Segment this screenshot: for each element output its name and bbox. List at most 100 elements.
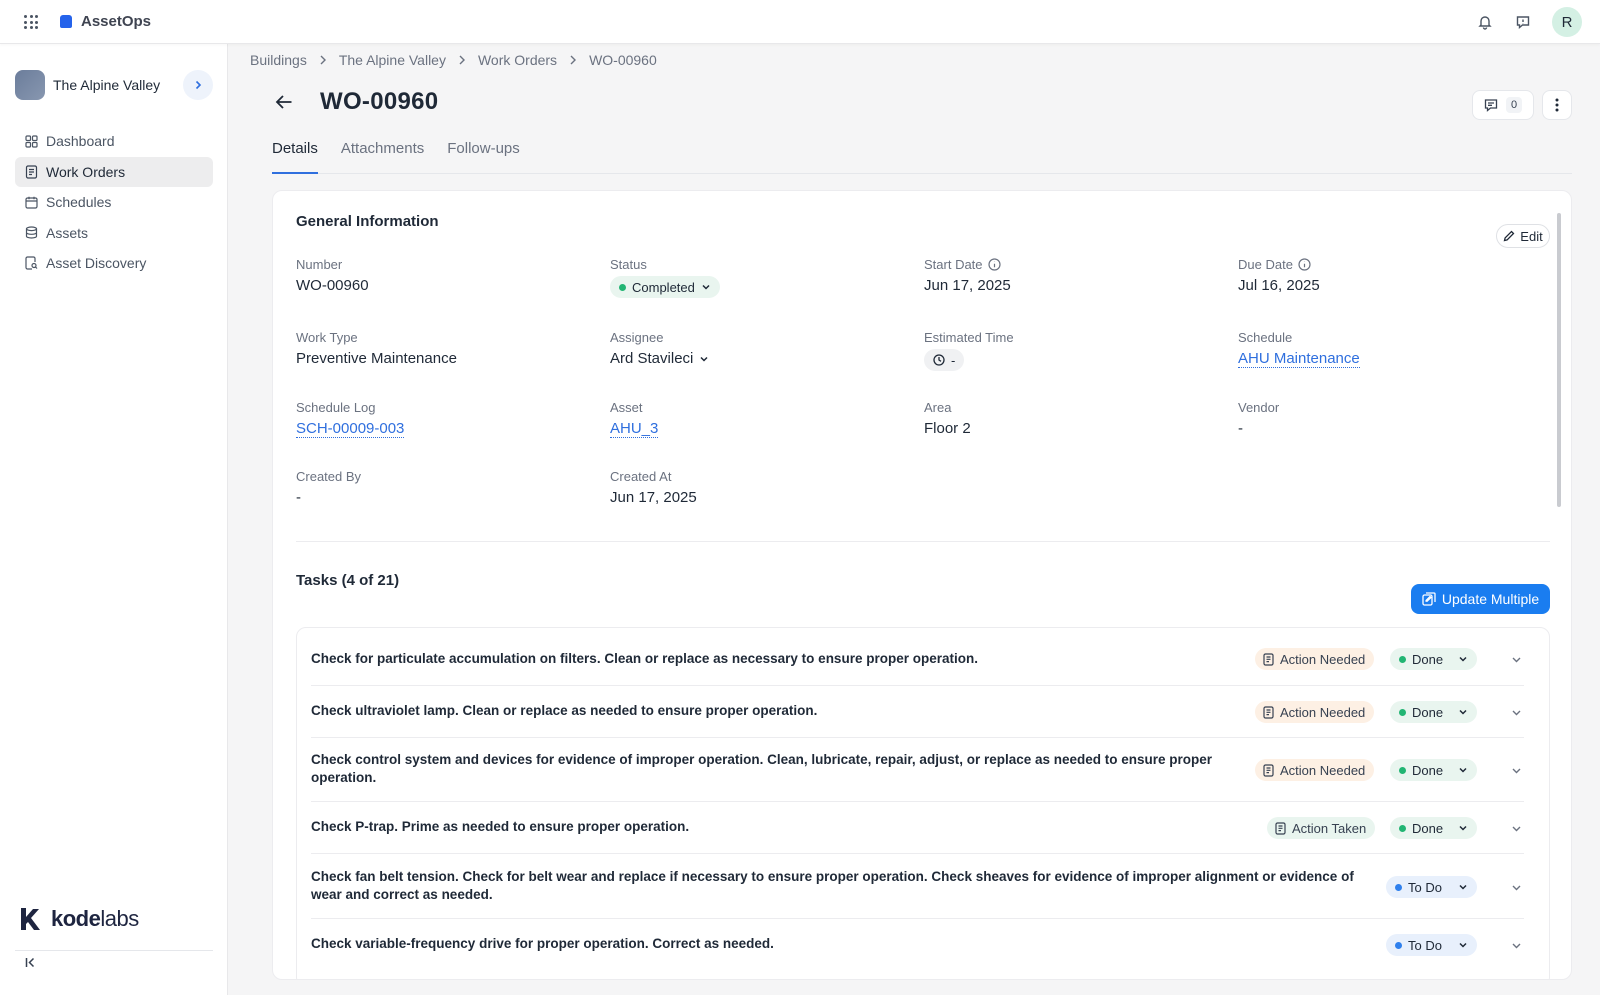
field-status: Status Completed (610, 257, 910, 298)
task-status-dropdown[interactable]: Done (1390, 759, 1477, 781)
status-value: Completed (632, 279, 695, 295)
edit-button[interactable]: Edit (1496, 224, 1550, 248)
action-label: Action Needed (1280, 704, 1366, 720)
field-label: Area (924, 400, 952, 415)
expand-chevron-icon[interactable] (1508, 762, 1524, 778)
task-row[interactable]: Check variable-frequency drive for prope… (311, 919, 1524, 971)
field-schedule-log: Schedule Log SCH-00009-003 (296, 400, 596, 438)
task-text: Check ultraviolet lamp. Clean or replace… (311, 703, 818, 718)
field-label: Due Date (1238, 257, 1293, 272)
more-options-button[interactable] (1542, 90, 1572, 120)
tab-attachments[interactable]: Attachments (341, 134, 424, 174)
tab-follow-ups[interactable]: Follow-ups (447, 134, 520, 174)
sidebar-item-schedules[interactable]: Schedules (15, 187, 213, 217)
user-avatar[interactable]: R (1552, 7, 1582, 37)
field-value: Jun 17, 2025 (924, 277, 1011, 294)
update-multiple-button[interactable]: Update Multiple (1411, 584, 1550, 614)
action-badge[interactable]: Action Taken (1267, 817, 1376, 839)
sidebar-item-dashboard[interactable]: Dashboard (15, 126, 213, 156)
notifications-icon[interactable] (1476, 13, 1494, 31)
field-area: Area Floor 2 (924, 400, 1224, 437)
chevron-down-icon (700, 356, 708, 362)
scrollbar[interactable] (1557, 213, 1561, 507)
task-row[interactable]: Check fan belt tension. Check for belt w… (311, 854, 1524, 919)
sidebar: The Alpine Valley Dashboard Work Orders … (0, 44, 228, 995)
task-status-label: Done (1412, 820, 1444, 836)
field-value: - (1238, 420, 1243, 437)
field-label: Work Type (296, 330, 358, 345)
status-dropdown[interactable]: Completed (610, 276, 720, 298)
edit-label: Edit (1520, 228, 1543, 244)
calendar-icon (24, 195, 38, 209)
field-work-type: Work Type Preventive Maintenance (296, 330, 596, 367)
task-row[interactable]: Check control system and devices for evi… (311, 738, 1524, 802)
sidebar-item-label: Assets (46, 224, 89, 241)
expand-chevron-icon[interactable] (1508, 820, 1524, 836)
collapse-sidebar-icon[interactable] (22, 954, 38, 970)
action-badge[interactable]: Action Needed (1255, 759, 1375, 781)
back-arrow-icon[interactable] (272, 90, 296, 114)
field-created-by: Created By - (296, 469, 596, 506)
brand-bold: kode (51, 906, 101, 931)
info-icon[interactable] (987, 258, 1001, 271)
top-actions: R (1476, 7, 1582, 37)
app-grid-icon[interactable] (24, 15, 38, 29)
comment-icon (1484, 99, 1498, 112)
pencil-icon (1503, 230, 1515, 242)
expand-chevron-icon[interactable] (1508, 937, 1524, 953)
app-name: AssetOps (81, 13, 152, 30)
sidebar-item-work-orders[interactable]: Work Orders (15, 156, 213, 187)
tabs: Details Attachments Follow-ups (272, 134, 1572, 174)
schedule-link[interactable]: AHU Maintenance (1238, 350, 1360, 368)
tasks-list: Check for particulate accumulation on fi… (296, 627, 1550, 979)
kodelabs-logo: kodelabs (15, 904, 139, 934)
expand-chevron-icon[interactable] (1508, 704, 1524, 720)
tab-details[interactable]: Details (272, 134, 318, 174)
status-dot (619, 283, 626, 291)
task-row[interactable]: Check for particulate accumulation on fi… (311, 628, 1524, 686)
info-icon[interactable] (1298, 258, 1311, 271)
task-text: Check variable-frequency drive for prope… (311, 936, 774, 951)
estimated-time-pill[interactable]: - (924, 349, 965, 371)
site-name: The Alpine Valley (53, 77, 161, 93)
chevron-right-icon (458, 55, 466, 65)
task-status-dropdown[interactable]: Done (1390, 817, 1477, 839)
status-dot (1399, 655, 1406, 663)
task-status-dropdown[interactable]: To Do (1386, 876, 1477, 898)
chevron-down-icon (1459, 767, 1467, 773)
expand-chevron-icon[interactable] (1508, 879, 1524, 895)
action-badge[interactable]: Action Needed (1255, 701, 1375, 723)
document-icon (1263, 763, 1274, 777)
task-text: Check fan belt tension. Check for belt w… (311, 869, 1354, 902)
chevron-down-icon (1459, 656, 1467, 662)
schedule-log-link[interactable]: SCH-00009-003 (296, 420, 405, 438)
status-dot (1399, 824, 1406, 832)
action-badge[interactable]: Action Needed (1255, 648, 1375, 670)
breadcrumb-buildings[interactable]: Buildings (250, 52, 307, 68)
site-selector[interactable]: The Alpine Valley (15, 66, 213, 104)
task-status-dropdown[interactable]: Done (1390, 701, 1477, 723)
chevron-right-icon (319, 55, 327, 65)
page-title: WO-00960 (320, 88, 439, 115)
brand-logo-icon (60, 15, 72, 28)
comments-button[interactable]: 0 (1472, 90, 1534, 120)
task-status-dropdown[interactable]: To Do (1386, 934, 1477, 956)
sidebar-divider (15, 950, 213, 951)
task-status-dropdown[interactable]: Done (1390, 648, 1477, 670)
expand-chevron-icon[interactable] (1508, 651, 1524, 667)
discovery-icon (24, 256, 38, 270)
sidebar-item-assets[interactable]: Assets (15, 218, 213, 248)
breadcrumb-site[interactable]: The Alpine Valley (339, 52, 446, 68)
sidebar-item-asset-discovery[interactable]: Asset Discovery (15, 248, 213, 278)
help-chat-icon[interactable] (1514, 13, 1532, 31)
field-label: Assignee (610, 330, 664, 345)
breadcrumb-work-orders[interactable]: Work Orders (478, 52, 557, 68)
chevron-down-icon (702, 284, 710, 290)
task-row[interactable]: Check P-trap. Prime as needed to ensure … (311, 802, 1524, 854)
assignee-dropdown[interactable]: Ard Stavileci (610, 350, 709, 367)
general-info-title: General Information (296, 213, 439, 230)
site-chevron-right-icon[interactable] (183, 70, 213, 100)
brand[interactable]: AssetOps (60, 13, 151, 30)
asset-link[interactable]: AHU_3 (610, 420, 659, 438)
task-row[interactable]: Check ultraviolet lamp. Clean or replace… (311, 686, 1524, 738)
